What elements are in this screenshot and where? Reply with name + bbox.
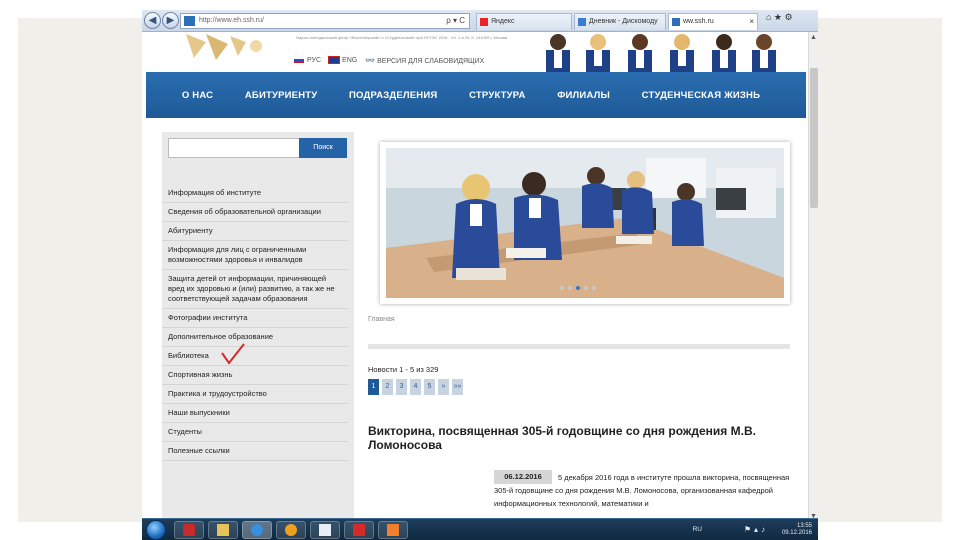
slider-dot[interactable] bbox=[560, 286, 564, 290]
russia-flag-icon bbox=[294, 57, 304, 64]
antivirus-icon bbox=[353, 524, 365, 536]
news-count: Новости 1 - 5 из 329 bbox=[368, 365, 439, 374]
next-page-button[interactable]: » bbox=[438, 379, 449, 395]
taskbar-media-player[interactable] bbox=[276, 521, 306, 539]
site-favicon-icon bbox=[672, 18, 680, 26]
page-2-button[interactable]: 2 bbox=[382, 379, 393, 395]
language-switcher: РУС ENG 👓 ВЕРСИЯ ДЛЯ СЛАБОВИДЯЩИХ bbox=[294, 56, 484, 65]
header-note: Научно-методический центр «Волонтёрский»… bbox=[296, 35, 508, 40]
address-bar[interactable]: http://www.eh.ssh.ru/ ρ ▾ C bbox=[180, 13, 470, 29]
lang-ru-link[interactable]: РУС bbox=[294, 57, 321, 64]
news-date-badge: 06.12.2016 bbox=[494, 470, 552, 484]
nav-item-divisions[interactable]: ПОДРАЗДЕЛЕНИЯ bbox=[349, 90, 437, 101]
taskbar-image-app[interactable] bbox=[378, 521, 408, 539]
sidebar-menu: Информация об институте Сведения об обра… bbox=[162, 184, 354, 461]
sidebar-item-extra-education[interactable]: Дополнительное образование bbox=[162, 328, 348, 347]
system-tray-icons[interactable]: ⚑▴♪ bbox=[744, 525, 768, 534]
divider bbox=[368, 344, 790, 349]
lang-en-link[interactable]: ENG bbox=[328, 56, 357, 65]
scroll-up-icon[interactable]: ▲ bbox=[809, 34, 818, 41]
media-player-icon bbox=[285, 524, 297, 536]
document-icon bbox=[319, 524, 331, 536]
clock[interactable]: 13:55 09.12.2016 bbox=[782, 523, 812, 537]
vertical-scrollbar[interactable]: ▲ ▼ bbox=[808, 32, 818, 522]
uk-flag-icon bbox=[328, 56, 341, 65]
image-app-icon bbox=[387, 524, 399, 536]
news-headline[interactable]: Викторина, посвященная 305-й годовщине с… bbox=[368, 424, 788, 452]
sidebar-item-library-label: Библиотека bbox=[168, 351, 209, 360]
sidebar-item-org-info[interactable]: Сведения об образовательной организации bbox=[162, 203, 348, 222]
clock-date: 09.12.2016 bbox=[781, 530, 812, 536]
taskbar-antivirus[interactable] bbox=[344, 521, 374, 539]
back-arrow-icon[interactable]: ◀ bbox=[144, 12, 161, 29]
institute-logo[interactable] bbox=[176, 32, 272, 62]
keyboard-language[interactable]: RU bbox=[693, 526, 702, 533]
nav-item-branches[interactable]: ФИЛИАЛЫ bbox=[557, 90, 610, 101]
sidebar: Поиск Информация об институте Сведения о… bbox=[162, 132, 354, 522]
sidebar-item-library[interactable]: Библиотека bbox=[162, 343, 348, 366]
internet-explorer-icon bbox=[251, 524, 263, 536]
search-button[interactable]: Поиск bbox=[299, 138, 347, 158]
nav-item-student-life[interactable]: СТУДЕНЧЕСКАЯ ЖИЗНЬ bbox=[642, 90, 760, 101]
classroom-photo bbox=[386, 148, 784, 298]
pagination: 1 2 3 4 5 » »» bbox=[368, 379, 463, 395]
address-tools[interactable]: ρ ▾ C bbox=[446, 14, 465, 28]
red-check-mark-icon bbox=[221, 343, 245, 365]
photo-slider[interactable] bbox=[380, 142, 790, 304]
sidebar-item-about-institute[interactable]: Информация об институте bbox=[162, 184, 348, 203]
breadcrumb[interactable]: Главная bbox=[368, 316, 395, 323]
nav-item-about[interactable]: О НАС bbox=[182, 90, 213, 101]
browser-window: ◀ ▶ http://www.eh.ssh.ru/ ρ ▾ C Яндекс Д… bbox=[142, 10, 818, 540]
page-3-button[interactable]: 3 bbox=[396, 379, 407, 395]
slider-dot[interactable] bbox=[568, 286, 572, 290]
slider-dot[interactable] bbox=[584, 286, 588, 290]
address-text: http://www.eh.ssh.ru/ bbox=[199, 17, 264, 24]
download-icon bbox=[183, 524, 195, 536]
site-favicon-icon bbox=[184, 16, 195, 26]
browser-menu-icons[interactable]: ⌂ ★ ⚙ bbox=[766, 12, 793, 23]
close-tab-icon[interactable]: × bbox=[749, 14, 754, 30]
sidebar-item-disabilities[interactable]: Информация для лиц с ограниченными возмо… bbox=[162, 241, 348, 270]
sidebar-item-students[interactable]: Студенты bbox=[162, 423, 348, 442]
clock-time: 13:55 bbox=[796, 523, 812, 529]
slider-dot-active[interactable] bbox=[576, 286, 580, 290]
yandex-favicon-icon bbox=[480, 18, 488, 26]
sidebar-item-practice[interactable]: Практика и трудоустройство bbox=[162, 385, 348, 404]
nav-item-applicants[interactable]: АБИТУРИЕНТУ bbox=[245, 90, 318, 101]
search-input[interactable] bbox=[168, 138, 300, 158]
browser-toolbar: ◀ ▶ http://www.eh.ssh.ru/ ρ ▾ C Яндекс Д… bbox=[142, 10, 818, 32]
tab-yandex[interactable]: Яндекс bbox=[476, 13, 572, 30]
sidebar-item-sports[interactable]: Спортивная жизнь bbox=[162, 366, 348, 385]
taskbar-document-app[interactable] bbox=[310, 521, 340, 539]
start-button[interactable] bbox=[146, 520, 166, 540]
tab-current-site[interactable]: ww.ssh.ru × bbox=[668, 13, 758, 30]
nav-item-structure[interactable]: СТРУКТУРА bbox=[469, 90, 525, 101]
main-navigation: О НАС АБИТУРИЕНТУ ПОДРАЗДЕЛЕНИЯ СТРУКТУР… bbox=[146, 72, 806, 118]
dnevnik-favicon-icon bbox=[578, 18, 586, 26]
taskbar-internet-explorer[interactable] bbox=[242, 521, 272, 539]
sidebar-item-applicants[interactable]: Абитуриенту bbox=[162, 222, 348, 241]
sidebar-item-photos[interactable]: Фотографии института bbox=[162, 309, 348, 328]
glasses-icon: 👓 bbox=[365, 56, 376, 65]
page-4-button[interactable]: 4 bbox=[410, 379, 421, 395]
forward-arrow-icon[interactable]: ▶ bbox=[162, 12, 179, 29]
taskbar-explorer[interactable] bbox=[208, 521, 238, 539]
scrollbar-thumb[interactable] bbox=[810, 68, 818, 208]
low-vision-link[interactable]: 👓 ВЕРСИЯ ДЛЯ СЛАБОВИДЯЩИХ bbox=[365, 56, 484, 65]
windows-taskbar: RU ⚑▴♪ 13:55 09.12.2016 bbox=[142, 518, 818, 540]
sidebar-item-links[interactable]: Полезные ссылки bbox=[162, 442, 348, 461]
folder-icon bbox=[217, 524, 229, 536]
last-page-button[interactable]: »» bbox=[452, 379, 463, 395]
page-5-button[interactable]: 5 bbox=[424, 379, 435, 395]
slider-dot[interactable] bbox=[592, 286, 596, 290]
sidebar-item-alumni[interactable]: Наши выпускники bbox=[162, 404, 348, 423]
tab-dnevnik[interactable]: Дневник - Дискомоду bbox=[574, 13, 666, 30]
page-1-button[interactable]: 1 bbox=[368, 379, 379, 395]
sidebar-item-child-protection[interactable]: Защита детей от информации, причиняющей … bbox=[162, 270, 348, 309]
slider-dots bbox=[560, 286, 596, 290]
taskbar-download-app[interactable] bbox=[174, 521, 204, 539]
